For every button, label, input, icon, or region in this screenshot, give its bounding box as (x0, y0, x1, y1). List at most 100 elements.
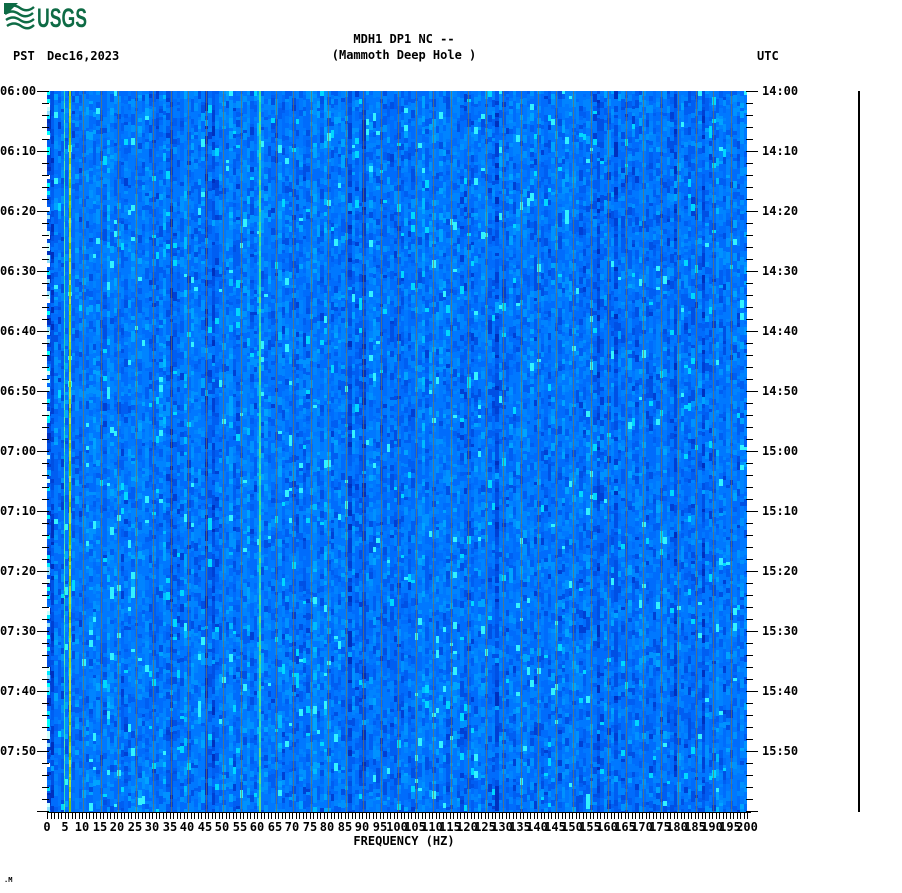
left-tick (42, 715, 49, 716)
x-tick (684, 813, 685, 819)
right-tick (746, 259, 753, 260)
left-tick (37, 511, 49, 512)
right-tick (746, 475, 753, 476)
x-tick (121, 813, 122, 819)
x-tick (268, 813, 269, 819)
x-tick (142, 813, 143, 819)
left-tick (42, 499, 49, 500)
right-time-label: 15:30 (762, 624, 799, 638)
left-tick (37, 271, 49, 272)
x-tick (649, 813, 650, 819)
right-tick (746, 379, 753, 380)
left-tick (42, 799, 49, 800)
x-tick (485, 813, 486, 819)
x-tick (51, 813, 52, 819)
x-tick (124, 813, 125, 819)
right-tick (746, 115, 753, 116)
right-tick (746, 319, 753, 320)
x-tick (492, 813, 493, 819)
x-tick (548, 813, 549, 819)
right-time-label: 14:30 (762, 264, 799, 278)
right-tick (746, 127, 753, 128)
left-tick (42, 235, 49, 236)
x-tick (205, 813, 206, 819)
right-time-label: 14:20 (762, 204, 799, 218)
x-tick (138, 813, 139, 819)
left-tick (42, 283, 49, 284)
x-tick (411, 813, 412, 819)
x-tick (698, 813, 699, 819)
left-tick (37, 631, 49, 632)
usgs-logo: USGS (4, 2, 88, 34)
x-tick (674, 813, 675, 819)
x-tick (380, 813, 381, 819)
right-tick (746, 499, 753, 500)
x-tick (719, 813, 720, 819)
x-tick (457, 813, 458, 819)
left-time-label: 07:10 (0, 504, 37, 518)
left-tick (42, 727, 49, 728)
left-tick (42, 475, 49, 476)
right-tick (746, 367, 753, 368)
x-tick (726, 813, 727, 819)
right-tick (746, 535, 753, 536)
x-tick (149, 813, 150, 819)
x-tick (544, 813, 545, 819)
x-tick (709, 813, 710, 819)
left-tick (37, 571, 49, 572)
left-tick (42, 403, 49, 404)
x-tick (320, 813, 321, 819)
x-tick (310, 813, 311, 819)
x-tick (705, 813, 706, 819)
left-tick (42, 775, 49, 776)
right-tick (746, 511, 758, 512)
x-tick (418, 813, 419, 819)
left-time-label: 07:20 (0, 564, 37, 578)
right-tick (746, 175, 753, 176)
left-tick (37, 151, 49, 152)
right-tick (746, 139, 753, 140)
x-tick (506, 813, 507, 819)
x-tick (173, 813, 174, 819)
x-tick (198, 813, 199, 819)
left-tick (42, 643, 49, 644)
x-tick (572, 813, 573, 819)
usgs-logo-text: USGS (37, 3, 87, 30)
x-tick (366, 813, 367, 819)
x-tick (397, 813, 398, 819)
x-tick (261, 813, 262, 819)
x-tick (82, 813, 83, 819)
x-tick (733, 813, 734, 819)
x-tick (625, 813, 626, 819)
left-tick (42, 667, 49, 668)
left-tick (42, 535, 49, 536)
x-tick (667, 813, 668, 819)
x-tick (331, 813, 332, 819)
left-tick (42, 439, 49, 440)
left-tick (37, 811, 49, 812)
x-tick (541, 813, 542, 819)
left-tick (42, 595, 49, 596)
x-tick (219, 813, 220, 819)
right-tick (746, 283, 753, 284)
left-tick (42, 463, 49, 464)
x-tick (565, 813, 566, 819)
x-tick (464, 813, 465, 819)
x-tick (558, 813, 559, 819)
left-tick (37, 331, 49, 332)
right-tick (746, 763, 753, 764)
left-tick (37, 691, 49, 692)
left-tick (42, 367, 49, 368)
right-tick (746, 439, 753, 440)
x-tick (212, 813, 213, 819)
right-time-label: 15:50 (762, 744, 799, 758)
left-tick (42, 175, 49, 176)
x-tick (415, 813, 416, 819)
right-tick (746, 187, 753, 188)
x-tick (520, 813, 521, 819)
right-time-label: 14:50 (762, 384, 799, 398)
x-tick (401, 813, 402, 819)
right-tick (746, 559, 753, 560)
left-tick (42, 259, 49, 260)
x-tick (156, 813, 157, 819)
